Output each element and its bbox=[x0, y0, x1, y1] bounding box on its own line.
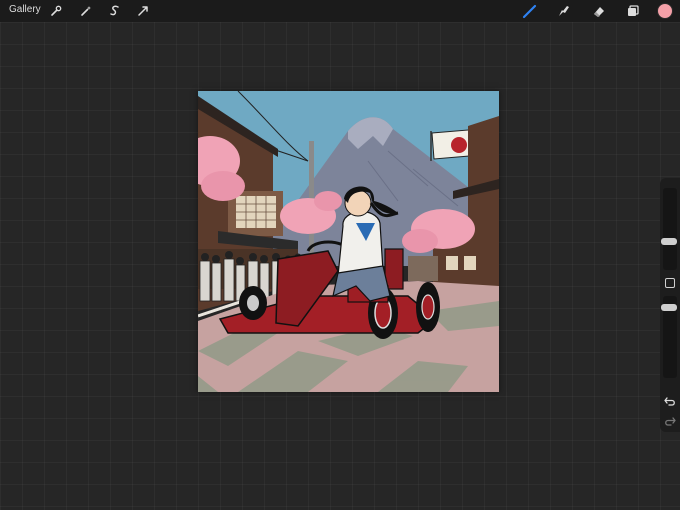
gallery-button[interactable]: Gallery bbox=[9, 4, 41, 15]
wrench-icon[interactable] bbox=[48, 3, 64, 19]
top-toolbar: Gallery bbox=[0, 0, 680, 22]
transform-arrow-icon[interactable] bbox=[135, 3, 151, 19]
brush-sidebar bbox=[660, 178, 680, 432]
eraser-icon[interactable] bbox=[591, 3, 607, 19]
brush-icon[interactable] bbox=[522, 3, 538, 19]
color-picker-button[interactable] bbox=[657, 3, 673, 19]
opacity-thumb[interactable] bbox=[661, 304, 677, 311]
undo-icon[interactable] bbox=[663, 394, 677, 408]
layers-icon[interactable] bbox=[625, 3, 641, 19]
selection-icon[interactable] bbox=[107, 3, 123, 19]
brush-size-slider[interactable] bbox=[661, 188, 677, 270]
artwork-canvas[interactable] bbox=[198, 91, 499, 392]
modify-square-icon[interactable] bbox=[665, 278, 675, 288]
opacity-slider[interactable] bbox=[661, 296, 677, 378]
smudge-icon[interactable] bbox=[556, 3, 572, 19]
brush-size-thumb[interactable] bbox=[661, 238, 677, 245]
magic-wand-icon[interactable] bbox=[78, 3, 94, 19]
redo-icon[interactable] bbox=[663, 414, 677, 428]
